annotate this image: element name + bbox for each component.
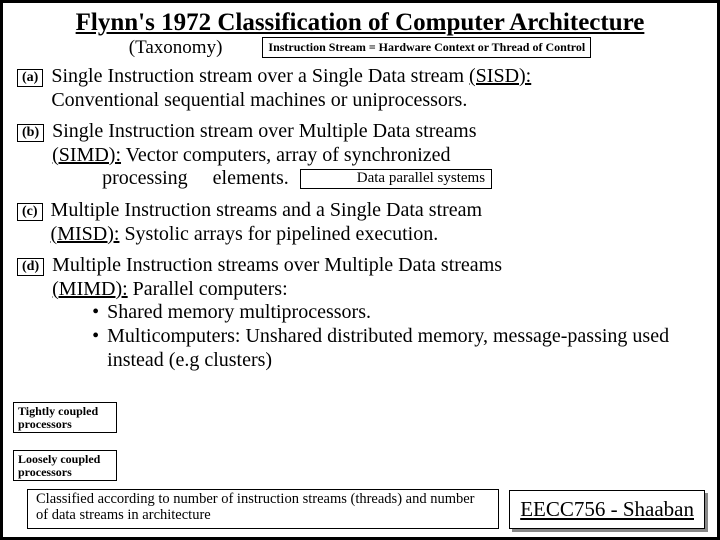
bullet-1: Shared memory multiprocessors.	[107, 301, 371, 325]
bullet-2-row: • Multicomputers: Unshared distributed m…	[92, 325, 707, 372]
tightly-coupled-box: Tightly coupled processors	[13, 402, 117, 433]
body-b: Single Instruction stream over Multiple …	[52, 120, 492, 191]
label-c: (c)	[17, 203, 43, 221]
c-text-2: Systolic arrays for pipelined execution.	[119, 223, 438, 245]
d-acronym: (MIMD):	[52, 278, 128, 300]
subtitle-row: (Taxonomy) Instruction Stream = Hardware…	[13, 37, 707, 59]
subtitle: (Taxonomy)	[129, 37, 223, 59]
label-a: (a)	[17, 69, 43, 87]
body-d: Multiple Instruction streams over Multip…	[52, 254, 707, 372]
c-text-1: Multiple Instruction streams and a Singl…	[51, 199, 483, 221]
bullet-2: Multicomputers: Unshared distributed mem…	[107, 325, 707, 372]
c-acronym: (MISD):	[51, 223, 120, 245]
slide-title: Flynn's 1972 Classification of Computer …	[13, 9, 707, 37]
label-b: (b)	[17, 124, 44, 142]
loosely-coupled-box: Loosely coupled processors	[13, 450, 117, 481]
a-text-1: Single Instruction stream over a Single …	[51, 65, 469, 87]
b-text-3b: elements.	[213, 167, 289, 189]
classification-note: Classified according to number of instru…	[27, 489, 499, 529]
b-text-2: Vector computers, array of synchronized	[121, 144, 451, 166]
d-text-2: Parallel computers:	[128, 278, 288, 300]
body-c: Multiple Instruction streams and a Singl…	[51, 199, 483, 246]
body-a: Single Instruction stream over a Single …	[51, 65, 531, 112]
item-c: (c) Multiple Instruction streams and a S…	[17, 199, 707, 246]
item-d: (d) Multiple Instruction streams over Mu…	[17, 254, 707, 372]
footer-row: Classified according to number of instru…	[27, 489, 705, 529]
course-badge: EECC756 - Shaaban	[509, 490, 705, 529]
item-a: (a) Single Instruction stream over a Sin…	[17, 65, 707, 112]
data-parallel-box: Data parallel systems	[300, 169, 492, 189]
slide-frame: Flynn's 1972 Classification of Computer …	[0, 0, 720, 540]
a-text-2: Conventional sequential machines or unip…	[51, 89, 531, 113]
b-text-1: Single Instruction stream over Multiple …	[52, 120, 476, 142]
label-d: (d)	[17, 258, 44, 276]
b-acronym: (SIMD):	[52, 144, 121, 166]
d-text-1: Multiple Instruction streams over Multip…	[52, 254, 502, 276]
bullet-icon: •	[92, 301, 99, 325]
b-line3: processing elements. Data parallel syste…	[52, 167, 492, 191]
item-b: (b) Single Instruction stream over Multi…	[17, 120, 707, 191]
b-text-3a: processing	[102, 167, 188, 189]
instruction-stream-note: Instruction Stream = Hardware Context or…	[262, 37, 591, 58]
d-bullets: • Shared memory multiprocessors. • Multi…	[92, 301, 707, 372]
a-acronym: (SISD):	[469, 65, 531, 87]
bullet-1-row: • Shared memory multiprocessors.	[92, 301, 707, 325]
bullet-icon: •	[92, 325, 99, 349]
